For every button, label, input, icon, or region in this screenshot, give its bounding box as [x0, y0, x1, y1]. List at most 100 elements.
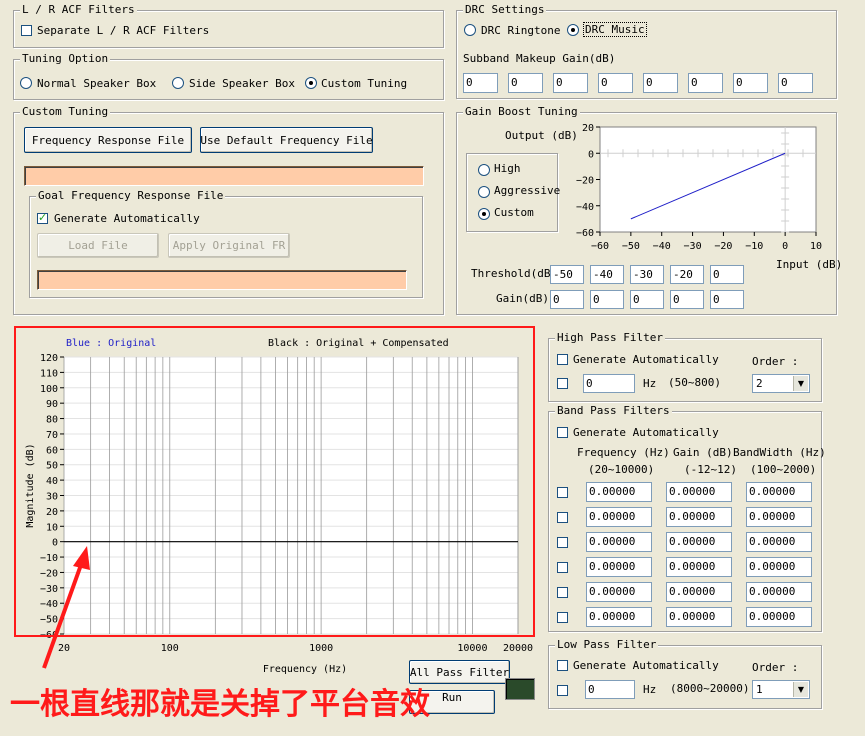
bpf-cell-input[interactable]: 0.00000 — [746, 557, 812, 577]
bpf-cell-input[interactable]: 0.00000 — [746, 482, 812, 502]
chevron-down-icon[interactable]: ▼ — [793, 376, 808, 391]
subband-gain-input[interactable]: 0 — [778, 73, 813, 93]
custom-tuning-radio[interactable] — [305, 77, 317, 89]
lpf-generate-checkbox[interactable] — [557, 660, 568, 671]
acf-filters-legend: L / R ACF Filters — [20, 3, 137, 16]
lpf-order-select[interactable]: 1 ▼ — [752, 680, 810, 699]
subband-gain-input[interactable]: 0 — [598, 73, 633, 93]
lpf-order-label: Order : — [752, 661, 799, 674]
subband-gain-input[interactable]: 0 — [463, 73, 498, 93]
gain-input[interactable]: 0 — [710, 290, 744, 309]
lpf-legend: Low Pass Filter — [555, 638, 659, 651]
bpf-legend: Band Pass Filters — [555, 404, 672, 417]
status-indicator — [505, 678, 535, 700]
gain-x-tick-label: −10 — [745, 241, 763, 252]
bpf-cell-input[interactable]: 0.00000 — [666, 482, 732, 502]
drc-ringtone-radio[interactable] — [464, 24, 476, 36]
tuning-option-legend: Tuning Option — [20, 52, 111, 65]
goal-file-path-field[interactable] — [37, 270, 407, 290]
bpf-cell-input[interactable]: 0.00000 — [666, 507, 732, 527]
gain-input[interactable]: 0 — [630, 290, 664, 309]
gain-input[interactable]: 0 — [670, 290, 704, 309]
bpf-range-frequency: (20~10000) — [588, 463, 655, 476]
bpf-cell-input[interactable]: 0.00000 — [746, 582, 812, 602]
normal-speaker-label: Normal Speaker Box — [37, 77, 157, 90]
bpf-generate-checkbox[interactable] — [557, 427, 568, 438]
gain-db-label: Gain(dB) — [496, 292, 549, 305]
lpf-frequency-input[interactable]: 0 — [585, 680, 635, 699]
gain-x-tick-label: 0 — [782, 241, 788, 252]
custom-tuning-legend: Custom Tuning — [20, 105, 111, 118]
subband-gain-input[interactable]: 0 — [508, 73, 543, 93]
bpf-cell-input[interactable]: 0.00000 — [666, 557, 732, 577]
hpf-enable-checkbox[interactable] — [557, 378, 568, 389]
goal-generate-label: Generate Automatically — [54, 212, 200, 225]
subband-gain-input[interactable]: 0 — [643, 73, 678, 93]
chevron-down-icon[interactable]: ▼ — [793, 682, 808, 697]
threshold-label: Threshold(dB) — [471, 267, 558, 280]
bpf-row-checkbox[interactable] — [557, 512, 568, 523]
gain-x-tick-label: −50 — [622, 241, 640, 252]
bpf-header-bandwidth: BandWidth (Hz) — [733, 446, 826, 459]
hpf-order-select[interactable]: 2 ▼ — [752, 374, 810, 393]
threshold-input[interactable]: 0 — [710, 265, 744, 284]
bpf-row-checkbox[interactable] — [557, 562, 568, 573]
bpf-row-checkbox[interactable] — [557, 587, 568, 598]
threshold-input[interactable]: -20 — [670, 265, 704, 284]
drc-music-radio[interactable] — [567, 24, 579, 36]
separate-acf-label: Separate L / R ACF Filters — [37, 24, 210, 37]
bpf-cell-input[interactable]: 0.00000 — [586, 532, 652, 552]
subband-gain-input[interactable]: 0 — [733, 73, 768, 93]
bpf-cell-input[interactable]: 0.00000 — [666, 607, 732, 627]
use-default-frequency-file-button[interactable]: Use Default Frequency File — [200, 127, 373, 153]
gain-input[interactable]: 0 — [550, 290, 584, 309]
gain-y-tick-label: −60 — [576, 228, 594, 239]
bpf-cell-input[interactable]: 0.00000 — [746, 507, 812, 527]
gain-aggressive-radio[interactable] — [478, 186, 490, 198]
subband-gain-input[interactable]: 0 — [553, 73, 588, 93]
freq-x-tick-label: 10000 — [457, 643, 487, 654]
bpf-cell-input[interactable]: 0.00000 — [746, 607, 812, 627]
bpf-cell-input[interactable]: 0.00000 — [586, 557, 652, 577]
subband-gain-input[interactable]: 0 — [688, 73, 723, 93]
separate-acf-checkbox[interactable] — [21, 25, 32, 36]
bpf-range-bandwidth: (100~2000) — [750, 463, 817, 476]
bpf-row-checkbox[interactable] — [557, 537, 568, 548]
side-speaker-label: Side Speaker Box — [189, 77, 295, 90]
frequency-file-path-field[interactable] — [24, 166, 424, 186]
goal-generate-checkbox[interactable] — [37, 211, 48, 224]
threshold-input[interactable]: -30 — [630, 265, 664, 284]
lpf-generate-label: Generate Automatically — [573, 659, 719, 672]
gain-input[interactable]: 0 — [590, 290, 624, 309]
hpf-generate-checkbox[interactable] — [557, 354, 568, 365]
lpf-enable-checkbox[interactable] — [557, 685, 568, 696]
gain-y-tick-label: −20 — [576, 176, 594, 187]
apply-original-fr-button[interactable]: Apply Original FR — [168, 233, 290, 258]
gain-high-radio[interactable] — [478, 164, 490, 176]
hpf-frequency-input[interactable]: 0 — [583, 374, 635, 393]
bpf-cell-input[interactable]: 0.00000 — [586, 582, 652, 602]
side-speaker-radio[interactable] — [172, 77, 184, 89]
bpf-cell-input[interactable]: 0.00000 — [586, 482, 652, 502]
freq-x-tick-label: 1000 — [309, 643, 333, 654]
bpf-cell-input[interactable]: 0.00000 — [746, 532, 812, 552]
annotation-arrow — [42, 546, 90, 669]
bpf-row-checkbox[interactable] — [557, 487, 568, 498]
threshold-input[interactable]: -40 — [590, 265, 624, 284]
hpf-order-label: Order : — [752, 355, 799, 368]
bpf-row-checkbox[interactable] — [557, 612, 568, 623]
gain-custom-radio[interactable] — [478, 208, 490, 220]
bpf-cell-input[interactable]: 0.00000 — [586, 607, 652, 627]
threshold-input[interactable]: -50 — [550, 265, 584, 284]
annotation-text: 一根直线那就是关掉了平台音效 — [10, 687, 430, 722]
bpf-cell-input[interactable]: 0.00000 — [666, 532, 732, 552]
bpf-header-frequency: Frequency (Hz) — [577, 446, 670, 459]
bpf-generate-label: Generate Automatically — [573, 426, 719, 439]
load-file-button[interactable]: Load File — [37, 233, 159, 258]
frequency-response-file-button[interactable]: Frequency Response File — [24, 127, 192, 153]
bpf-cell-input[interactable]: 0.00000 — [586, 507, 652, 527]
normal-speaker-radio[interactable] — [20, 77, 32, 89]
gain-y-axis-label-text: Output (dB) — [505, 129, 578, 142]
bpf-cell-input[interactable]: 0.00000 — [666, 582, 732, 602]
freq-x-tick-label: 20000 — [503, 643, 533, 654]
